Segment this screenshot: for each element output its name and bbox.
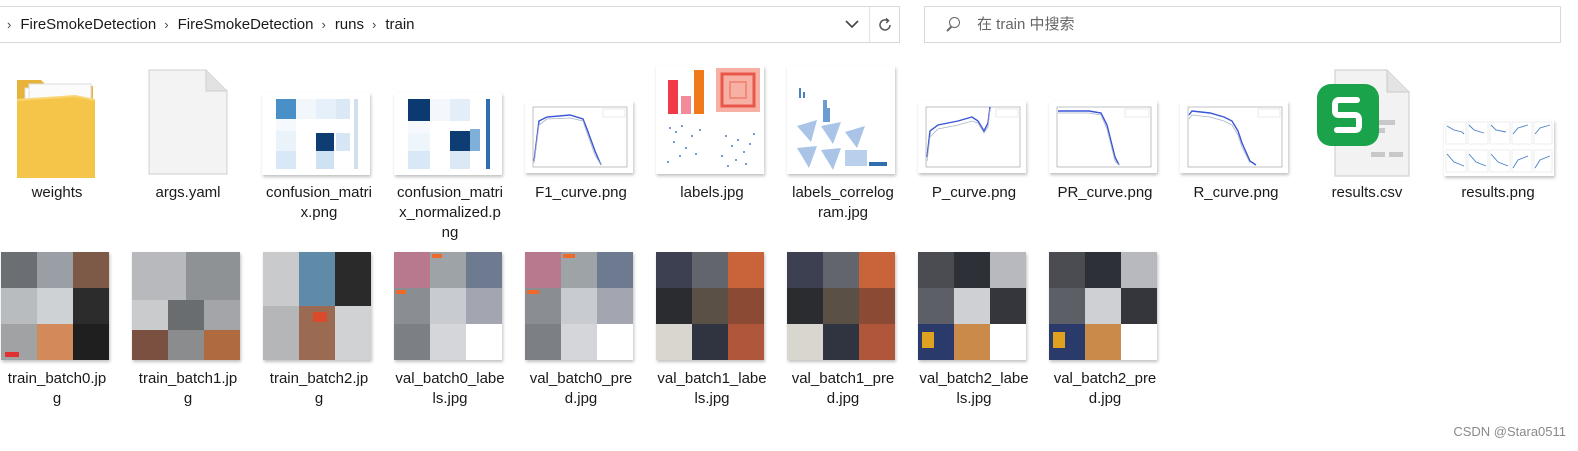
file-item-f1-curve[interactable]: F1_curve.png	[519, 66, 643, 216]
file-name: PR_curve.png	[1057, 184, 1153, 201]
file-item-train-batch1[interactable]: train_batch1.jp g	[126, 252, 250, 412]
file-item-r-curve[interactable]: R_curve.png	[1174, 66, 1298, 216]
results-thumbnail	[1444, 120, 1554, 176]
spreadsheet-icon	[1317, 69, 1410, 177]
document-icon	[148, 69, 228, 175]
val-batch1-pred-thumbnail	[787, 252, 895, 360]
file-item-train-batch0[interactable]: train_batch0.jp g	[0, 252, 119, 412]
file-name: val_batch2_labe ls.jpg	[919, 370, 1029, 407]
f1-curve-thumbnail	[525, 101, 633, 173]
labels-correlogram-thumbnail	[787, 66, 895, 174]
file-name: val_batch2_pre d.jpg	[1053, 370, 1157, 407]
file-name: weights	[31, 184, 83, 201]
file-item-val-batch2-labels[interactable]: val_batch2_labe ls.jpg	[912, 252, 1036, 412]
file-item-train-batch2[interactable]: train_batch2.jp g	[257, 252, 381, 412]
file-item-labels[interactable]: labels.jpg	[650, 66, 774, 216]
file-item-val-batch0-labels[interactable]: val_batch0_labe ls.jpg	[388, 252, 512, 412]
breadcrumb-item[interactable]: train	[385, 16, 414, 33]
file-name: labels.jpg	[680, 184, 744, 201]
file-item-val-batch1-labels[interactable]: val_batch1_labe ls.jpg	[650, 252, 774, 412]
file-item-results-csv[interactable]: results.csv	[1305, 66, 1429, 216]
val-batch2-pred-thumbnail	[1049, 252, 1157, 360]
chevron-right-icon[interactable]: ›	[372, 17, 376, 32]
file-item-confusion-matrix-normalized[interactable]: confusion_matri x_normalized.p ng	[388, 66, 512, 246]
file-item-p-curve[interactable]: P_curve.png	[912, 66, 1036, 216]
file-item-results-png[interactable]: results.png	[1436, 66, 1560, 216]
train-batch1-thumbnail	[132, 252, 240, 360]
file-item-confusion-matrix[interactable]: confusion_matri x.png	[257, 66, 381, 226]
file-item-args-yaml[interactable]: args.yaml	[126, 66, 250, 216]
search-icon	[945, 16, 961, 33]
breadcrumb: › FireSmokeDetection › FireSmokeDetectio…	[0, 7, 415, 42]
pr-curve-thumbnail	[1049, 101, 1157, 173]
file-name: train_batch2.jp g	[269, 370, 369, 407]
val-batch0-labels-thumbnail	[394, 252, 502, 360]
labels-thumbnail	[656, 66, 764, 174]
file-name: val_batch1_pre d.jpg	[791, 370, 895, 407]
val-batch2-labels-thumbnail	[918, 252, 1026, 360]
file-name: val_batch0_pre d.jpg	[529, 370, 633, 407]
file-name: F1_curve.png	[535, 184, 627, 201]
train-batch2-thumbnail	[263, 252, 371, 360]
val-batch0-pred-thumbnail	[525, 252, 633, 360]
toolbar: › FireSmokeDetection › FireSmokeDetectio…	[0, 0, 1578, 52]
file-name: args.yaml	[155, 184, 221, 201]
folder-icon	[16, 80, 96, 178]
file-name: val_batch0_labe ls.jpg	[395, 370, 505, 407]
val-batch1-labels-thumbnail	[656, 252, 764, 360]
file-name: confusion_matri x.png	[266, 184, 372, 221]
file-item-val-batch0-pred[interactable]: val_batch0_pre d.jpg	[519, 252, 643, 412]
search-box[interactable]	[924, 6, 1561, 43]
watermark: CSDN @Stara0511	[1453, 424, 1566, 439]
confusion-matrix-thumbnail	[262, 93, 370, 175]
address-bar[interactable]: › FireSmokeDetection › FireSmokeDetectio…	[0, 6, 900, 43]
train-batch0-thumbnail	[1, 252, 109, 360]
chevron-right-icon[interactable]: ›	[164, 17, 168, 32]
breadcrumb-item[interactable]: FireSmokeDetection	[178, 16, 314, 33]
refresh-icon[interactable]	[869, 7, 901, 42]
r-curve-thumbnail	[1180, 101, 1288, 173]
breadcrumb-item[interactable]: FireSmokeDetection	[20, 16, 156, 33]
file-name: train_batch0.jp g	[7, 370, 107, 407]
chevron-down-icon[interactable]	[835, 7, 870, 42]
chevron-right-icon[interactable]: ›	[321, 17, 325, 32]
file-name: train_batch1.jp g	[138, 370, 238, 407]
file-name: results.png	[1461, 184, 1535, 201]
breadcrumb-item[interactable]: runs	[335, 16, 364, 33]
file-item-val-batch1-pred[interactable]: val_batch1_pre d.jpg	[781, 252, 905, 412]
file-name: confusion_matri x_normalized.p ng	[397, 184, 503, 241]
confusion-matrix-normalized-thumbnail	[394, 93, 502, 175]
p-curve-thumbnail	[918, 101, 1026, 173]
file-item-val-batch2-pred[interactable]: val_batch2_pre d.jpg	[1043, 252, 1167, 412]
file-name: P_curve.png	[931, 184, 1017, 201]
file-name: results.csv	[1331, 184, 1403, 201]
file-item-labels-correlogram[interactable]: labels_correlog ram.jpg	[781, 66, 905, 226]
search-input[interactable]	[975, 15, 1539, 34]
file-item-weights[interactable]: weights	[0, 66, 119, 216]
file-name: labels_correlog ram.jpg	[792, 184, 894, 221]
file-item-pr-curve[interactable]: PR_curve.png	[1043, 66, 1167, 216]
chevron-right-icon[interactable]: ›	[7, 17, 11, 32]
file-name: val_batch1_labe ls.jpg	[657, 370, 767, 407]
file-name: R_curve.png	[1193, 184, 1279, 201]
